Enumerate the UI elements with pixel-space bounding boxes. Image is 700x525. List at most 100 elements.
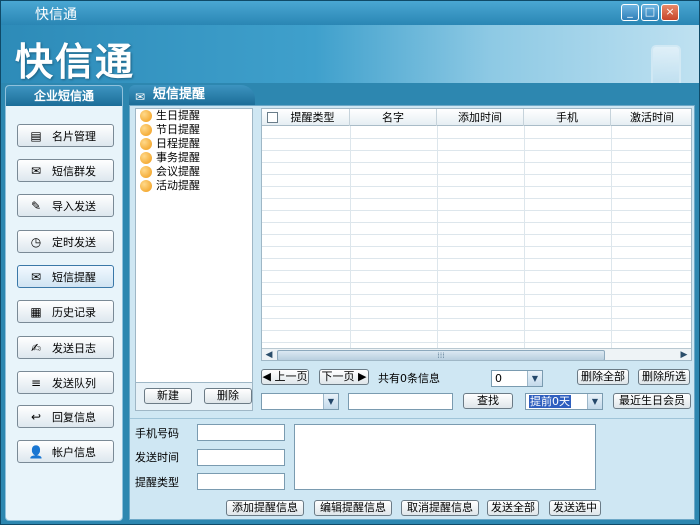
- header-banner: 快信通: [1, 25, 699, 83]
- column-header-phone[interactable]: 手机: [524, 109, 611, 126]
- tree-node-affairs[interactable]: 事务提醒: [136, 151, 252, 165]
- scrollbar-thumb[interactable]: ⁞⁞⁞: [277, 350, 605, 360]
- sidebar-item-history[interactable]: ▦ 历史记录: [17, 300, 114, 323]
- row-divider: [262, 282, 691, 283]
- scroll-right-icon[interactable]: ▶: [677, 349, 691, 360]
- delete-button[interactable]: 删除: [204, 388, 252, 404]
- sidebar-item-send-queue[interactable]: ≡ 发送队列: [17, 371, 114, 394]
- sidebar-item-label: 名片管理: [52, 129, 96, 143]
- scroll-left-icon[interactable]: ◀: [262, 349, 276, 360]
- reminder-node-icon: [140, 180, 152, 192]
- sidebar-item-label: 回复信息: [52, 410, 96, 424]
- row-divider: [262, 174, 691, 175]
- sidebar-item-scheduled-send[interactable]: ◷ 定时发送: [17, 230, 114, 253]
- chevron-down-icon[interactable]: ▼: [323, 394, 338, 409]
- column-divider: [437, 126, 438, 348]
- horizontal-scrollbar[interactable]: ◀ ⁞⁞⁞ ▶: [262, 348, 691, 360]
- send-time-label: 发送时间: [135, 451, 179, 464]
- send-selected-button[interactable]: 发送选中: [549, 500, 601, 516]
- sidebar-item-sms-reminder[interactable]: ✉ 短信提醒: [17, 265, 114, 288]
- maximize-button[interactable]: □: [641, 4, 659, 21]
- reminder-tab-icon: ✉: [135, 90, 146, 104]
- delete-all-button[interactable]: 删除全部: [577, 369, 629, 385]
- row-divider: [262, 270, 691, 271]
- row-divider: [262, 246, 691, 247]
- user-icon: 👤: [28, 444, 44, 459]
- sidebar-title: 企业短信通: [6, 86, 122, 106]
- sidebar-item-label: 短信群发: [52, 164, 96, 178]
- reminder-type-label: 提醒类型: [135, 476, 179, 489]
- column-header-activated-time[interactable]: 激活时间: [611, 109, 691, 126]
- column-header-added-time[interactable]: 添加时间: [437, 109, 524, 126]
- chevron-down-icon[interactable]: ▼: [527, 371, 542, 386]
- next-page-button[interactable]: 下一页 ▶: [319, 369, 369, 385]
- send-all-button[interactable]: 发送全部: [487, 500, 539, 516]
- table-header: 提醒类型 名字 添加时间 手机 激活时间: [262, 109, 691, 126]
- new-button[interactable]: 新建: [144, 388, 192, 404]
- tree-node-holiday[interactable]: 节日提醒: [136, 123, 252, 137]
- sidebar-item-card-management[interactable]: ▤ 名片管理: [17, 124, 114, 147]
- record-count: 共有0条信息: [378, 372, 440, 385]
- queue-icon: ≡: [30, 375, 42, 390]
- recent-birthday-members-button[interactable]: 最近生日会员: [613, 393, 691, 409]
- add-reminder-button[interactable]: 添加提醒信息: [226, 500, 304, 516]
- panel-title: 短信提醒: [153, 87, 206, 102]
- tree-node-label: 活动提醒: [156, 179, 200, 192]
- select-value: 提前0天: [529, 395, 571, 408]
- reminder-node-icon: [140, 152, 152, 164]
- column-divider: [350, 126, 351, 348]
- sidebar-item-label: 历史记录: [52, 305, 96, 319]
- tree-node-birthday[interactable]: 生日提醒: [136, 109, 252, 123]
- row-divider: [262, 258, 691, 259]
- column-header-type[interactable]: 提醒类型: [262, 109, 350, 126]
- delete-selected-button[interactable]: 删除所选: [638, 369, 690, 385]
- reminder-table: 提醒类型 名字 添加时间 手机 激活时间 ◀ ⁞⁞⁞ ▶: [261, 108, 692, 361]
- sidebar-item-label: 定时发送: [52, 235, 96, 249]
- sidebar-item-import-send[interactable]: ✎ 导入发送: [17, 194, 114, 217]
- chevron-down-icon[interactable]: ▼: [587, 394, 602, 409]
- type-filter-select[interactable]: ▼: [261, 393, 339, 410]
- reminder-node-icon: [140, 138, 152, 150]
- title-bar[interactable]: 快信通 _ □ ×: [1, 1, 699, 25]
- tree-node-activity[interactable]: 活动提醒: [136, 179, 252, 193]
- tree-node-label: 节日提醒: [156, 123, 200, 136]
- card-icon: ▤: [30, 128, 42, 143]
- keyword-input[interactable]: [348, 393, 453, 410]
- row-divider: [262, 330, 691, 331]
- column-label: 提醒类型: [290, 111, 335, 124]
- advance-days-select[interactable]: 提前0天 ▼: [525, 393, 603, 410]
- column-divider: [611, 126, 612, 348]
- sidebar-item-send-log[interactable]: ✍ 发送日志: [17, 336, 114, 359]
- tree-node-label: 生日提醒: [156, 109, 200, 122]
- sidebar-item-account[interactable]: 👤 帐户信息: [17, 440, 114, 463]
- log-icon: ✍: [30, 340, 42, 355]
- phone-label: 手机号码: [135, 427, 179, 440]
- tree-node-meeting[interactable]: 会议提醒: [136, 165, 252, 179]
- phone-input[interactable]: [197, 424, 285, 441]
- row-divider: [262, 150, 691, 151]
- reminder-type-input[interactable]: [197, 473, 285, 490]
- search-button[interactable]: 查找: [463, 393, 513, 409]
- edit-reminder-button[interactable]: 编辑提醒信息: [314, 500, 392, 516]
- row-divider: [262, 294, 691, 295]
- prev-page-button[interactable]: ◀ 上一页: [261, 369, 309, 385]
- tree-button-bar: 新建 删除: [135, 383, 253, 411]
- send-time-input[interactable]: [197, 449, 285, 466]
- page-select[interactable]: 0 ▼: [491, 370, 543, 387]
- app-window: 快信通 _ □ × 快信通 企业短信通 ▤ 名片管理 ✉ 短信群发 ✎ 导入发送…: [0, 0, 700, 525]
- row-divider: [262, 138, 691, 139]
- message-content-textarea[interactable]: [294, 424, 596, 490]
- minimize-button[interactable]: _: [621, 4, 639, 21]
- tree-node-schedule[interactable]: 日程提醒: [136, 137, 252, 151]
- select-all-checkbox[interactable]: [267, 112, 278, 123]
- import-icon: ✎: [30, 198, 42, 213]
- cancel-reminder-button[interactable]: 取消提醒信息: [401, 500, 479, 516]
- column-header-name[interactable]: 名字: [350, 109, 437, 126]
- sidebar-item-bulk-sms[interactable]: ✉ 短信群发: [17, 159, 114, 182]
- row-divider: [262, 186, 691, 187]
- sidebar-item-label: 导入发送: [52, 199, 96, 213]
- sidebar-item-label: 发送队列: [52, 376, 96, 390]
- close-button[interactable]: ×: [661, 4, 679, 21]
- sidebar-item-replies[interactable]: ↩ 回复信息: [17, 405, 114, 428]
- app-logo-text: 快信通: [15, 40, 136, 83]
